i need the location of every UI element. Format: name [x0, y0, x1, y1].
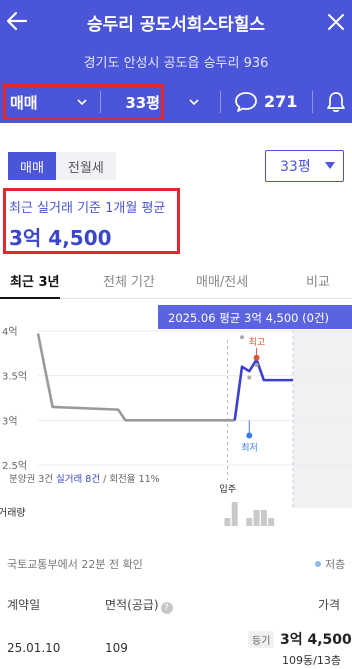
trade-tabs: 매매 전월세 — [8, 152, 116, 180]
summary-turnover: / 회전율 11% — [100, 474, 160, 485]
tab-sale-jeonse[interactable]: 매매/전세 — [196, 271, 248, 290]
help-icon[interactable]: ? — [160, 602, 173, 614]
tab-rent[interactable]: 전월세 — [55, 152, 116, 180]
table-header: 계약일 면적(공급)? 가격 — [0, 596, 352, 616]
volume-label: 거래량 — [0, 507, 26, 519]
low-label: 최저 — [241, 443, 258, 454]
legend-dot — [315, 561, 321, 567]
y-tick-label: 3.5억 — [2, 371, 27, 383]
tab-underline — [0, 297, 60, 299]
row-area: 109 — [105, 641, 128, 655]
trade-dot — [247, 375, 252, 380]
col-date: 계약일 — [7, 598, 41, 612]
legend-low-label: 저층 — [325, 558, 346, 571]
trade-dot — [254, 362, 259, 367]
period-tabs: 최근 3년 전체 기간 매매/전세 비교 — [0, 263, 352, 299]
comment-count[interactable]: 271 — [264, 92, 297, 111]
high-point — [253, 354, 260, 361]
caret-down-icon — [325, 162, 335, 169]
y-tick-label: 3억 — [2, 415, 18, 427]
move-in-label: 입주 — [219, 483, 236, 495]
row-floor: 109동/13층 — [282, 654, 341, 667]
summary-presale: 분양권 3건 — [9, 473, 56, 485]
area-select-value: 33평 — [280, 159, 311, 175]
volume-bar — [260, 510, 267, 526]
registered-badge: 등기 — [248, 631, 275, 648]
chevron-down-icon[interactable] — [188, 96, 200, 108]
area-select[interactable]: 33평 — [265, 150, 344, 182]
col-area-label: 면적(공급) — [105, 598, 159, 612]
address: 경기도 안성시 공도읍 승두리 936 — [83, 56, 269, 71]
high-label: 최고 — [249, 337, 266, 348]
comment-icon[interactable] — [234, 91, 258, 113]
col-price: 가격 — [318, 598, 341, 612]
volume-bar — [253, 510, 260, 526]
close-icon[interactable] — [326, 12, 346, 32]
volume-bar — [231, 502, 238, 526]
price-chart[interactable]: 4억 3.5억 3억 2.5억입주 최고최저 2025.06 평균 3억 4,500 (0… — [0, 300, 352, 530]
tab-compare[interactable]: 비교 — [306, 271, 330, 290]
tab-sale[interactable]: 매매 — [8, 152, 56, 180]
tab-recent-3y[interactable]: 최근 3년 — [10, 271, 59, 290]
row-date: 25.01.10 — [7, 641, 61, 655]
bell-icon[interactable] — [326, 91, 346, 113]
source-note: 국토교통부에서 22분 전 확인 — [7, 558, 143, 571]
future-shade — [293, 330, 352, 508]
volume-bar — [268, 518, 275, 526]
page-title: 승두리 공도서희스타힐스 — [87, 15, 265, 35]
series-line — [36, 333, 235, 422]
series-line — [233, 358, 293, 421]
summary-trades: 실거래 8건 — [56, 474, 100, 485]
y-tick-label: 2.5억 — [2, 460, 27, 472]
divider — [312, 91, 313, 113]
legend-low-floor: 저층 — [315, 556, 345, 572]
summary-text: 분양권 3건 실거래 8건 / 회전율 11% — [9, 473, 160, 485]
recent-average-price: 3억 4,500 — [9, 226, 112, 250]
tooltip-text: 2025.06 평균 3억 4,500 (0건) — [168, 311, 329, 325]
volume-bar — [224, 518, 231, 526]
volume-bar — [246, 518, 253, 526]
back-arrow-icon[interactable] — [6, 10, 28, 32]
table-row[interactable]: 25.01.10 109 등기 3억 4,500 109동/13층 — [0, 628, 352, 669]
divider — [220, 91, 221, 113]
tab-all-period[interactable]: 전체 기간 — [103, 271, 155, 290]
trade-dot — [240, 335, 244, 340]
y-tick-label: 4억 — [2, 326, 18, 338]
low-point — [246, 432, 253, 439]
highlight-box — [3, 84, 164, 120]
row-price: 3억 4,500 — [280, 632, 352, 648]
recent-average-label: 최근 실거래 기준 1개월 평균 — [9, 201, 166, 216]
col-area: 면적(공급)? — [105, 596, 173, 614]
